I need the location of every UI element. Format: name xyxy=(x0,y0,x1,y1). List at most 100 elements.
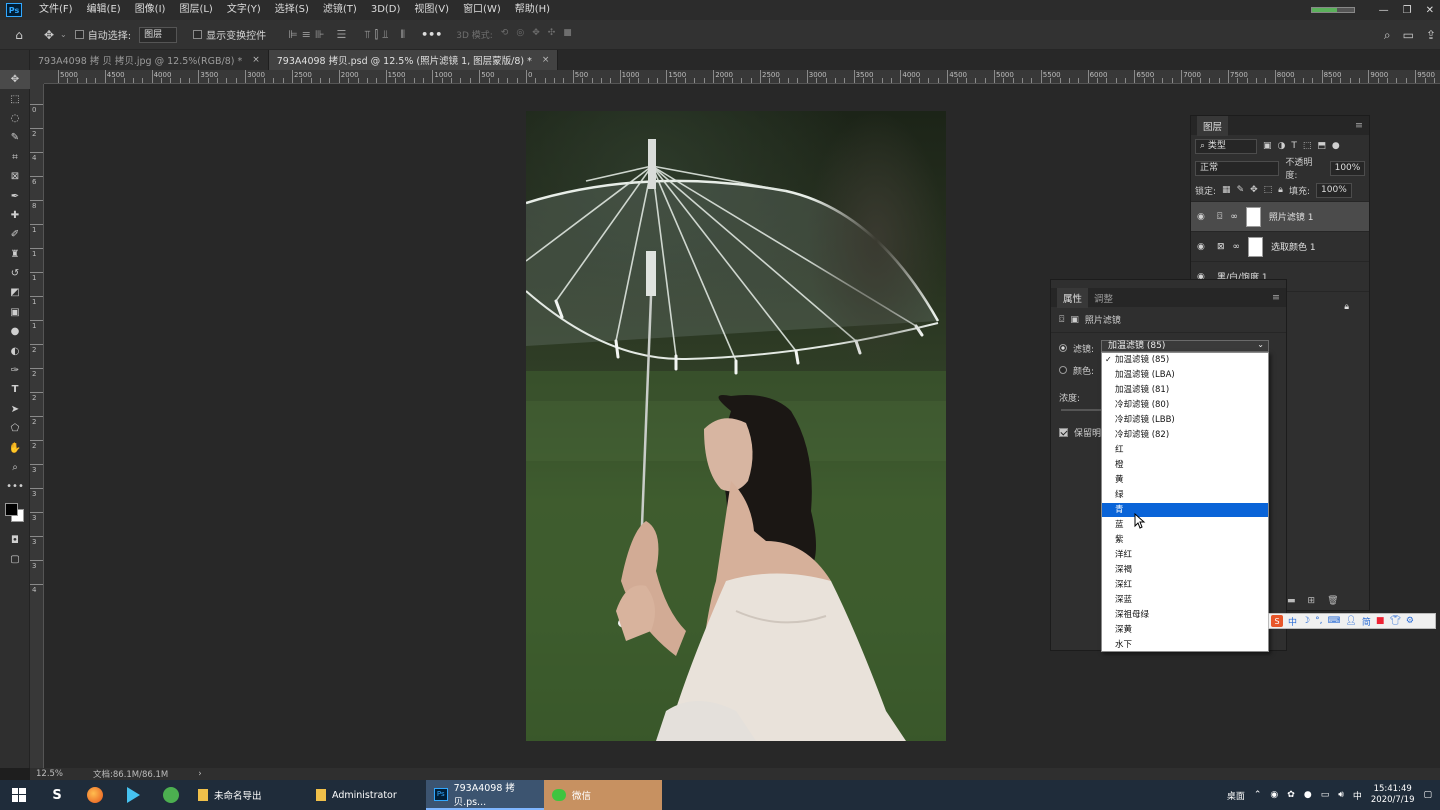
move-tool-icon[interactable]: ✥ xyxy=(38,24,60,46)
history-brush-icon[interactable]: ↺ xyxy=(0,264,30,283)
ime-user-icon[interactable]: 👤︎ xyxy=(1345,616,1356,626)
menu-window[interactable]: 窗口(W) xyxy=(456,0,508,20)
opacity-input[interactable]: 100% xyxy=(1329,160,1365,176)
tray-volume-icon[interactable]: 🔊︎ xyxy=(1338,790,1344,800)
3d-rotate-icon[interactable]: ⟲ xyxy=(501,28,509,41)
taskbar-app-export[interactable]: 未命名导出 xyxy=(190,780,308,810)
tray-app-icon[interactable]: ✿ xyxy=(1287,790,1295,800)
firefox-icon[interactable] xyxy=(76,780,114,810)
blur-tool-icon[interactable]: ● xyxy=(0,322,30,341)
align-bottom-icon[interactable]: ⫫ xyxy=(382,28,388,42)
minimize-icon[interactable]: — xyxy=(1379,5,1389,16)
more-tools-icon[interactable]: ••• xyxy=(0,477,30,496)
mask-icon[interactable]: ▣ xyxy=(1070,315,1079,325)
tab-doc-jpg[interactable]: 793A4098 拷 贝 拷贝.jpg @ 12.5%(RGB/8) * × xyxy=(30,50,269,70)
pen-tool-icon[interactable]: ✑ xyxy=(0,361,30,380)
lock-artboard-icon[interactable]: ⬚ xyxy=(1264,185,1273,195)
eyedropper-tool-icon[interactable]: ✒ xyxy=(0,186,30,205)
3d-slide-icon[interactable]: ✣ xyxy=(548,28,556,41)
filter-toggle-icon[interactable]: ● xyxy=(1332,141,1340,151)
dodge-tool-icon[interactable]: ◐ xyxy=(0,341,30,360)
fill-input[interactable]: 100% xyxy=(1316,182,1353,198)
3d-camera-icon[interactable]: ■ xyxy=(563,28,572,41)
ime-mode-chinese[interactable]: 中 xyxy=(1288,615,1297,628)
chevron-down-icon[interactable]: ⌄ xyxy=(60,30,67,39)
preserve-luminosity-checkbox[interactable] xyxy=(1059,427,1068,437)
taskbar-app-wechat[interactable]: 微信 xyxy=(544,780,662,810)
color-swatches[interactable] xyxy=(0,497,29,531)
filter-option[interactable]: ✓ 加温滤镜 (85) xyxy=(1102,353,1268,367)
gradient-tool-icon[interactable]: ▣ xyxy=(0,303,30,322)
delete-layer-icon[interactable]: 🗑︎ xyxy=(1327,596,1338,606)
status-chevron-icon[interactable]: › xyxy=(198,769,201,779)
crop-tool-icon[interactable]: ⌗ xyxy=(0,148,30,167)
auto-select-dropdown[interactable]: 图层 xyxy=(139,26,178,43)
menu-layer[interactable]: 图层(L) xyxy=(172,0,219,20)
3d-roll-icon[interactable]: ◎ xyxy=(516,28,524,41)
menu-image[interactable]: 图像(I) xyxy=(128,0,173,20)
layer-photo-filter[interactable]: ◉ ⌼ ∞ 照片滤镜 1 xyxy=(1191,201,1369,231)
filter-option[interactable]: 冷却滤镜 (80) xyxy=(1102,398,1268,412)
filter-option[interactable]: 黄 xyxy=(1102,473,1268,487)
filter-option[interactable]: 蓝 xyxy=(1102,518,1268,532)
layer-kind-filter[interactable]: ⌕ 类型 xyxy=(1195,138,1257,154)
tab-properties[interactable]: 属性 xyxy=(1057,287,1089,308)
filter-option[interactable]: 加温滤镜 (81) xyxy=(1102,383,1268,397)
menu-filter[interactable]: 滤镜(T) xyxy=(316,0,364,20)
taskbar-app-photoshop[interactable]: Ps 793A4098 拷贝.ps... xyxy=(426,780,544,810)
align-left-icon[interactable]: ⊫ xyxy=(288,28,298,42)
windows-start-icon[interactable] xyxy=(0,780,38,810)
align-center-icon[interactable]: ≡ xyxy=(302,28,311,42)
menu-type[interactable]: 文字(Y) xyxy=(220,0,268,20)
lock-pixels-icon[interactable]: ✎ xyxy=(1237,185,1245,195)
3d-pan-icon[interactable]: ✥ xyxy=(532,28,540,41)
link-icon[interactable]: ∞ xyxy=(1230,212,1238,222)
tab-adjustments[interactable]: 调整 xyxy=(1088,288,1119,308)
lasso-tool-icon[interactable]: ◌ xyxy=(0,109,30,128)
lock-transparent-icon[interactable]: ▦ xyxy=(1222,185,1231,195)
filter-option[interactable]: 橙 xyxy=(1102,458,1268,472)
close-icon[interactable]: × xyxy=(542,55,550,65)
move-tool-icon[interactable]: ✥ xyxy=(0,70,30,90)
quick-mask-icon[interactable]: ◘ xyxy=(0,531,30,550)
tray-monitor-icon[interactable]: ▭ xyxy=(1321,790,1330,800)
screen-mode-icon[interactable]: ▢ xyxy=(0,550,30,569)
media-player-icon[interactable] xyxy=(114,780,152,810)
marquee-tool-icon[interactable]: ⬚ xyxy=(0,89,30,108)
menu-edit[interactable]: 编辑(E) xyxy=(80,0,128,20)
more-options-icon[interactable]: ••• xyxy=(421,28,442,42)
density-slider[interactable] xyxy=(1061,409,1101,411)
auto-select-checkbox[interactable]: 自动选择: xyxy=(74,27,131,42)
share-icon[interactable]: ⇪ xyxy=(1426,28,1436,42)
ime-video-icon[interactable]: ■ xyxy=(1376,616,1385,626)
ime-punct-icon[interactable]: ☽ xyxy=(1302,616,1310,626)
align-middle-icon[interactable]: ⫿ xyxy=(375,28,379,42)
foreground-color-swatch[interactable] xyxy=(5,502,18,516)
quick-select-tool-icon[interactable]: ✎ xyxy=(0,128,30,147)
filter-option[interactable]: 冷却滤镜 (LBB) xyxy=(1102,413,1268,427)
lock-all-icon[interactable]: 🔒︎ xyxy=(1278,185,1283,195)
brush-tool-icon[interactable]: ✐ xyxy=(0,225,30,244)
taskbar-clock[interactable]: 15:41:49 2020/7/19 xyxy=(1371,784,1415,806)
distribute-icon[interactable]: ☰ xyxy=(336,28,346,42)
eraser-tool-icon[interactable]: ◩ xyxy=(0,283,30,302)
distribute-v-icon[interactable]: ⦀ xyxy=(400,28,405,42)
filter-option[interactable]: 冷却滤镜 (82) xyxy=(1102,428,1268,442)
link-icon[interactable]: ∞ xyxy=(1233,242,1241,252)
zoom-tool-icon[interactable]: ⌕ xyxy=(0,458,30,477)
hand-tool-icon[interactable]: ✋ xyxy=(0,438,30,457)
zoom-level[interactable]: 12.5% xyxy=(36,769,63,779)
filter-option[interactable]: 深红 xyxy=(1102,578,1268,592)
shape-tool-icon[interactable]: ⬠ xyxy=(0,419,30,438)
close-icon[interactable]: × xyxy=(252,55,260,65)
layer-mask-thumbnail[interactable] xyxy=(1245,206,1261,227)
checkbox-icon[interactable] xyxy=(193,30,203,39)
filter-type-icon[interactable]: T xyxy=(1291,141,1297,151)
layer-name[interactable]: 照片滤镜 1 xyxy=(1269,210,1314,223)
tab-doc-psd[interactable]: 793A4098 拷贝.psd @ 12.5% (照片滤镜 1, 图层蒙版/8)… xyxy=(268,50,559,70)
align-top-icon[interactable]: ⫪ xyxy=(364,28,370,42)
new-group-icon[interactable]: ▬ xyxy=(1287,596,1296,606)
notification-icon[interactable]: ▢ xyxy=(1423,790,1432,800)
tray-network-icon[interactable]: ◉ xyxy=(1270,790,1278,800)
filter-option[interactable]: 深黄 xyxy=(1102,623,1268,637)
